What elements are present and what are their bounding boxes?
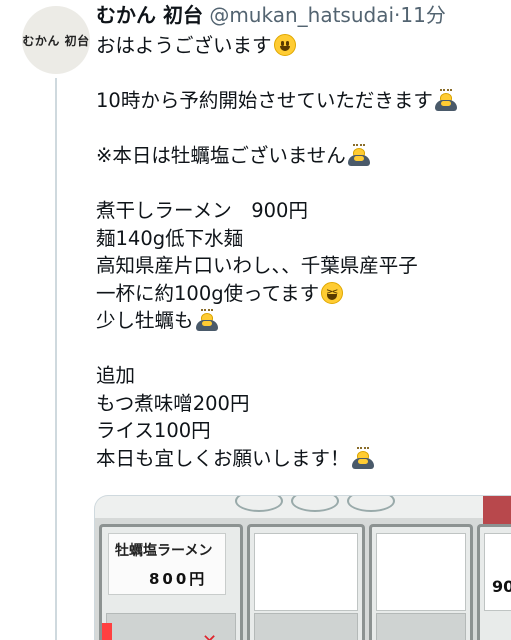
text-segment: 一杯に約100g使ってます [96,281,320,305]
person-bowing-emoji-icon [347,144,370,166]
text-segment: 少し牡蠣も [96,309,194,332]
text-line: 少し牡蠣も [96,307,501,335]
text-line: もつ煮味噌200円 [96,390,501,418]
text-line: おはようございます [96,32,501,60]
thread-line [55,78,57,640]
text-line: 追加 [96,362,501,390]
person-bowing-emoji-icon [351,446,374,469]
text-segment: おはようございます [96,34,272,57]
text-line: 麺140g低下水麺 [96,225,501,253]
display-name[interactable]: むかん 初台 [96,3,203,27]
avatar-label: むかん 初台 [22,33,90,48]
ticket-button-blank [247,524,365,640]
button-face [484,533,511,611]
decor-shape [347,496,395,512]
timestamp[interactable]: 11分 [400,3,445,27]
text-line: 10時から予約開始させていただきます [96,87,501,115]
ticket-button-oyster: 牡蠣塩ラーメン 800円 ✕ [99,524,243,640]
menu-label-title: 牡蠣塩ラーメン [115,543,213,559]
text-segment: 10時から予約開始させていただきます [96,89,433,112]
text-segment: ※本日は牡蠣塩ございません [96,144,346,167]
tweet-header: むかん 初台 @mukan_hatsudai·11分 [96,2,446,28]
machine-red-edge [483,496,511,526]
red-indicator-light [102,623,112,640]
text-segment: ライス100円 [96,419,211,442]
tweet-text: おはようございます 10時から予約開始させていただきます ※本日は牡蠣塩ございま… [96,32,501,472]
ticket-button-partial: 90 [477,524,511,640]
button-lower-panel [376,613,466,640]
text-line: 一杯に約100g使ってます > < [96,280,501,308]
text-line: ライス100円 [96,417,501,445]
text-segment: 追加 [96,364,136,387]
grinning-face-emoji-icon [273,34,296,56]
decor-shape [235,496,283,512]
sold-out-x-icon: ✕ [202,631,217,640]
machine-top-strip [95,496,511,518]
tweet-image[interactable]: 牡蠣塩ラーメン 800円 ✕ 90 [94,495,511,640]
text-segment: もつ煮味噌200円 [96,391,250,415]
menu-label-price: 800円 [149,570,208,588]
text-segment: 煮干しラーメン 900円 [96,199,308,222]
text-segment: 高知県産片口いわし、、千葉県産平子 [96,254,418,277]
text-segment: 麺140g低下水麺 [96,226,244,250]
text-line: 煮干しラーメン 900円 [96,197,501,225]
button-lower-panel [254,613,358,640]
text-segment: 本日も宜しくお願いします！ [96,446,350,470]
partial-price: 90 [492,577,511,596]
avatar[interactable]: むかん 初台 [22,6,90,74]
menu-label-card: 牡蠣塩ラーメン 800円 [108,533,226,595]
laughing-face-emoji-icon: > < [321,281,344,304]
text-line: 本日も宜しくお願いします！ [96,445,501,473]
user-handle[interactable]: @mukan_hatsudai [209,3,394,27]
button-blank-face [376,533,466,611]
person-bowing-emoji-icon [195,309,218,331]
person-bowing-emoji-icon [434,89,457,111]
text-line: 高知県産片口いわし、、千葉県産平子 [96,252,501,280]
text-line: ※本日は牡蠣塩ございません [96,142,501,170]
button-blank-face [254,533,358,611]
ticket-button-blank [369,524,473,640]
decor-shape [291,496,339,512]
